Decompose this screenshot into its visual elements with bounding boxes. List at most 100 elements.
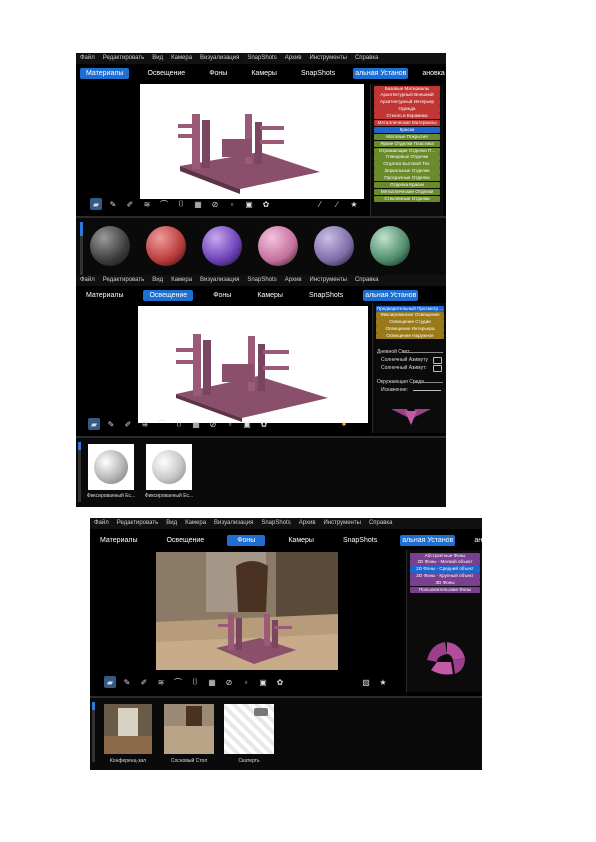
grid-icon[interactable]: ▦ — [206, 676, 218, 688]
tab-model-setup[interactable]: альная Установ — [363, 289, 419, 301]
preset-thumb[interactable] — [88, 444, 134, 490]
menu-help[interactable]: Справка — [355, 275, 379, 286]
frame-icon[interactable]: ⌷ — [175, 198, 187, 210]
material-swatch[interactable] — [146, 226, 186, 266]
arc-icon[interactable]: ⌒ — [156, 418, 168, 430]
arc-icon[interactable]: ⌒ — [158, 198, 170, 210]
background-category-item[interactable]: Абстрактные Фоны — [410, 552, 480, 559]
menu-view[interactable]: Вид — [152, 275, 163, 286]
menu-camera[interactable]: Камера — [185, 518, 206, 529]
menu-tools[interactable]: Инструменты — [324, 518, 361, 529]
menu-edit[interactable]: Редактировать — [103, 275, 144, 286]
tab-lighting[interactable]: Освещение — [141, 68, 191, 79]
decal-icon[interactable]: ▣ — [241, 418, 253, 430]
menu-camera[interactable]: Камера — [171, 53, 192, 64]
menu-file[interactable]: Файл — [80, 53, 95, 64]
menu-snapshots[interactable]: SnapShots — [247, 275, 276, 286]
background-category-item[interactable]: 2D Фоны - Средний объект — [410, 566, 480, 573]
tab-cameras[interactable]: Камеры — [251, 290, 289, 301]
menu-snapshots[interactable]: SnapShots — [247, 53, 276, 64]
tab-cameras[interactable]: Камеры — [282, 535, 320, 546]
tab-backgrounds[interactable]: Фоны — [227, 534, 266, 546]
tab-backgrounds[interactable]: Фоны — [207, 290, 237, 301]
flower-icon[interactable]: ✿ — [258, 418, 270, 430]
material-category-item[interactable]: Отражающие Отделки П... — [374, 147, 440, 154]
material-category-item[interactable]: Стеклянные Отделки — [374, 195, 440, 203]
material-category-item[interactable]: Матовые Покрытия — [374, 133, 440, 141]
decal-icon[interactable]: ▣ — [257, 676, 269, 688]
paint-icon[interactable]: ✐ — [124, 198, 136, 210]
grid-icon[interactable]: ▦ — [192, 198, 204, 210]
ambient-toggle[interactable] — [433, 357, 442, 364]
render-viewport[interactable] — [138, 306, 368, 423]
material-category-item[interactable]: Базовые Материалы — [374, 85, 440, 92]
tray-scrollbar[interactable] — [80, 222, 83, 278]
paint-icon[interactable]: ✐ — [122, 418, 134, 430]
menu-render[interactable]: Визуализация — [200, 275, 239, 286]
render-viewport[interactable] — [140, 84, 364, 199]
menu-edit[interactable]: Редактировать — [103, 53, 144, 64]
material-category-item[interactable]: Краски — [374, 126, 440, 134]
material-category-item[interactable]: Прозрачные Отделки — [374, 175, 440, 182]
tray-scrollbar[interactable] — [92, 702, 95, 762]
tab-snapshots[interactable]: SnapShots — [295, 68, 341, 79]
square-icon[interactable]: ▫ — [224, 418, 236, 430]
tab-lighting[interactable]: Освещение — [143, 289, 194, 301]
grid-icon[interactable]: ▦ — [190, 418, 202, 430]
tab-materials[interactable]: Материалы — [80, 290, 129, 301]
background-category-item[interactable]: 2D Фоны - Крупный объект — [410, 573, 480, 580]
lighting-category-item[interactable]: Освещение Интерьера — [376, 326, 444, 333]
brush-icon[interactable]: ✎ — [121, 676, 133, 688]
material-category-item[interactable]: Зеркальные Отделки — [374, 168, 440, 175]
star-icon[interactable]: ★ — [377, 676, 389, 688]
material-category-item[interactable]: Архитектурный Внешний — [374, 92, 440, 99]
material-swatch[interactable] — [258, 226, 298, 266]
disable-icon[interactable]: ⊘ — [223, 676, 235, 688]
tab-cameras[interactable]: Камеры — [245, 68, 283, 79]
background-category-item[interactable]: 3D Фоны — [410, 580, 480, 587]
menu-snapshots[interactable]: SnapShots — [261, 518, 290, 529]
menu-archive[interactable]: Архив — [285, 275, 302, 286]
material-swatch[interactable] — [314, 226, 354, 266]
arc-icon[interactable]: ⌒ — [172, 676, 184, 688]
material-category-item[interactable]: Металлические Отделки — [374, 188, 440, 196]
menu-camera[interactable]: Камера — [171, 275, 192, 286]
material-category-item[interactable]: Металлические Материалы — [374, 119, 440, 127]
eyedropper-icon[interactable]: ⁄ — [314, 198, 326, 210]
material-category-item[interactable]: Отделка Краски — [374, 181, 440, 189]
lighting-category-item[interactable]: Предварительный Просмотр ... — [376, 305, 444, 312]
material-tool-icon[interactable]: ▰ — [88, 418, 100, 430]
lighting-category-item[interactable]: Освещение Наружное — [376, 333, 444, 340]
tab-user-setup[interactable]: ановка Пользова — [420, 68, 446, 79]
material-category-item[interactable]: Архитектурный Интерьер — [374, 99, 440, 106]
menu-help[interactable]: Справка — [355, 53, 379, 64]
menu-tools[interactable]: Инструменты — [310, 275, 347, 286]
tab-model-setup[interactable]: альная Установ — [353, 67, 409, 79]
menu-file[interactable]: Файл — [94, 518, 109, 529]
render-viewport[interactable] — [156, 552, 338, 670]
menu-tools[interactable]: Инструменты — [310, 53, 347, 64]
background-thumb-conference-room[interactable] — [104, 704, 152, 754]
brush-icon[interactable]: ✎ — [107, 198, 119, 210]
star-icon[interactable]: ★ — [348, 198, 360, 210]
tab-backgrounds[interactable]: Фоны — [203, 68, 233, 79]
azimuth-toggle[interactable] — [433, 365, 442, 372]
bulb-icon[interactable]: ✦ — [338, 418, 350, 430]
menu-help[interactable]: Справка — [369, 518, 393, 529]
flower-icon[interactable]: ✿ — [260, 198, 272, 210]
material-tool-icon[interactable]: ▰ — [90, 198, 102, 210]
material-swatch[interactable] — [202, 226, 242, 266]
material-swatch[interactable] — [370, 226, 410, 266]
tab-lighting[interactable]: Освещение — [160, 535, 210, 546]
material-category-item[interactable]: Одежда — [374, 106, 440, 113]
material-category-item[interactable]: Отделка Бытовой Тех. — [374, 161, 440, 168]
tab-materials[interactable]: Материалы — [94, 535, 143, 546]
background-category-item[interactable]: 2D Фоны - Мелкий объект — [410, 559, 480, 566]
preset-thumb[interactable] — [146, 444, 192, 490]
material-category-item[interactable]: Стекло и Керамика — [374, 113, 440, 120]
tab-user-setup[interactable]: ановка Пользова — [472, 535, 482, 546]
tab-snapshots[interactable]: SnapShots — [337, 535, 383, 546]
frame-icon[interactable]: ⌷ — [189, 676, 201, 688]
frame-icon[interactable]: ⌷ — [173, 418, 185, 430]
background-thumb-pine-table[interactable] — [164, 704, 214, 754]
